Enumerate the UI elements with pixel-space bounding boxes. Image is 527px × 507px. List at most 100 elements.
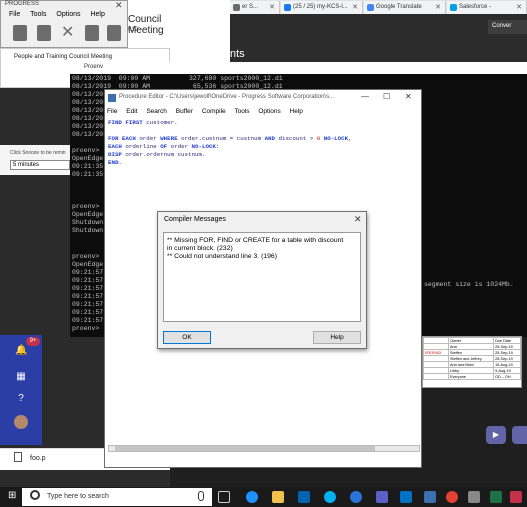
close-icon[interactable]: ✕ <box>115 0 123 11</box>
console-line: OpenEdge <box>72 211 104 218</box>
close-icon[interactable]: ✕ <box>269 3 275 11</box>
menu-file[interactable]: File <box>9 11 20 18</box>
taskbar: ⊞ Type here to search <box>0 487 527 507</box>
code-line-6[interactable]: END. <box>108 159 122 166</box>
close-icon[interactable]: ✕ <box>405 92 412 101</box>
app-icon[interactable] <box>468 491 480 503</box>
chrome-icon[interactable] <box>446 491 458 503</box>
avatar[interactable] <box>14 415 28 429</box>
snooze-select[interactable]: 5 minutes <box>10 160 70 170</box>
progress-app-icon[interactable] <box>424 491 436 503</box>
close-icon[interactable]: ✕ <box>435 3 441 11</box>
messages-list[interactable]: ** Missing FOR, FIND or CREATE for a tab… <box>163 232 361 322</box>
editor-menu-bar: File Edit Search Buffer Compile Tools Op… <box>107 108 310 115</box>
activity-icon[interactable]: 🔔 <box>15 345 27 357</box>
meeting-title: Council Meeting <box>128 12 188 36</box>
progress-title: PROGRESS <box>5 1 40 7</box>
tab-favicon-icon <box>450 4 457 11</box>
menu-search[interactable]: Search <box>146 108 167 115</box>
desktop-icon[interactable] <box>85 25 99 41</box>
table-cell <box>423 373 449 380</box>
file-name[interactable]: foo.p <box>30 455 46 462</box>
meeting-date: 019 <box>128 27 139 33</box>
editor-app-icon <box>108 94 116 102</box>
console-line: 09:21:35 <box>72 171 104 178</box>
scrollbar-thumb[interactable] <box>115 446 375 451</box>
task-view-icon[interactable] <box>218 491 230 503</box>
maximize-icon[interactable]: ☐ <box>383 92 390 101</box>
ie-icon[interactable] <box>350 491 362 503</box>
search-placeholder: Type here to search <box>47 493 109 500</box>
code-line-5[interactable]: DISP order.ordernum custnum. <box>108 151 205 158</box>
excel-icon[interactable] <box>490 491 502 503</box>
table-row: Everyone OD – OH <box>423 373 521 380</box>
menu-buffer[interactable]: Buffer <box>176 108 193 115</box>
store-icon[interactable] <box>298 491 310 503</box>
editor-tool-icon[interactable] <box>13 25 27 41</box>
table-cell: Everyone <box>447 373 495 380</box>
close-icon[interactable]: ✕ <box>352 3 358 11</box>
menu-compile[interactable]: Compile <box>202 108 226 115</box>
snooze-label: Click Snooze to be remin <box>10 150 66 156</box>
tab-favicon-icon <box>367 4 374 11</box>
code-line-3[interactable]: FOR EACH order WHERE order.custnum = cus… <box>108 135 352 142</box>
browser-tab[interactable]: (25 / 25) my-KCS-l... ✕ <box>281 1 363 14</box>
tab-favicon-icon <box>284 4 291 11</box>
code-line-4[interactable]: EACH orderline OF order NO-LOCK: <box>108 143 219 150</box>
edge-icon[interactable] <box>246 491 258 503</box>
data-dictionary-icon[interactable] <box>37 25 51 41</box>
menu-help[interactable]: Help <box>90 11 104 18</box>
windows-start-icon[interactable]: ⊞ <box>8 490 16 501</box>
console-line: proenv> <box>72 325 100 332</box>
close-icon[interactable]: ✕ <box>516 3 522 11</box>
console-line: 09:21:57 <box>72 317 104 324</box>
share-button[interactable] <box>512 426 527 444</box>
outlook-icon[interactable] <box>400 491 412 503</box>
menu-file[interactable]: File <box>107 108 117 115</box>
browser-tab[interactable]: er S... ✕ <box>230 1 280 14</box>
console-line: 09:21:57 <box>72 309 104 316</box>
menu-options[interactable]: Options <box>258 108 280 115</box>
convert-button[interactable]: Conver <box>488 20 527 34</box>
search-icon <box>30 490 40 500</box>
acrobat-icon[interactable] <box>510 491 522 503</box>
microphone-icon[interactable] <box>198 491 204 501</box>
console-line: 09:21:57 <box>72 285 104 292</box>
compiler-messages-dialog: Compiler Messages ✕ ** Missing FOR, FIND… <box>157 211 367 349</box>
file-explorer-icon[interactable] <box>272 491 284 503</box>
console-line: Shutdown <box>72 227 104 234</box>
message-text: ** Missing FOR, FIND or CREATE for a tab… <box>167 237 344 244</box>
console-title: Proenv <box>84 64 104 70</box>
tab-favicon-icon <box>233 4 240 11</box>
console-titlebar <box>70 62 527 74</box>
ok-button[interactable]: OK <box>163 331 211 344</box>
console-line: 09:21:57 <box>72 269 104 276</box>
menu-edit[interactable]: Edit <box>126 108 137 115</box>
console-line: 08/13/2019 09:00 AM 327,680 sports2000_1… <box>72 75 283 82</box>
calendar-item[interactable]: People and Training Council Meeting <box>14 54 112 60</box>
console-line: proenv> <box>72 203 100 210</box>
apps-grid-icon[interactable]: ▦ <box>15 371 27 383</box>
help-button[interactable]: Help <box>313 331 361 344</box>
menu-options[interactable]: Options <box>56 11 80 18</box>
skype-icon[interactable] <box>324 491 336 503</box>
menu-tools[interactable]: Tools <box>30 11 46 18</box>
console-line: 09:21:57 <box>72 301 104 308</box>
taskbar-search-box[interactable]: Type here to search <box>22 488 212 506</box>
code-line-1[interactable]: FIND FIRST customer. <box>108 119 178 126</box>
console-line: OpenEdge <box>72 261 104 268</box>
browser-tab[interactable]: Google Translate ✕ <box>364 1 446 14</box>
tools-icon[interactable]: ✕ <box>61 25 75 41</box>
console-line: 09:21:57 <box>72 293 104 300</box>
teams-icon[interactable] <box>376 491 388 503</box>
editor-title: Procedure Editor - C:\Users\jewolf\OneDr… <box>119 94 335 100</box>
minimize-icon[interactable]: — <box>361 92 369 101</box>
close-icon[interactable]: ✕ <box>354 214 362 225</box>
debugger-icon[interactable] <box>107 25 121 41</box>
menu-tools[interactable]: Tools <box>234 108 249 115</box>
menu-help[interactable]: Help <box>290 108 303 115</box>
help-icon[interactable]: ? <box>15 393 27 405</box>
camera-button[interactable]: ▶ <box>486 426 506 444</box>
browser-tab[interactable]: Salesforce - ✕ <box>447 1 527 14</box>
table-cell: OD – OH <box>493 373 521 380</box>
